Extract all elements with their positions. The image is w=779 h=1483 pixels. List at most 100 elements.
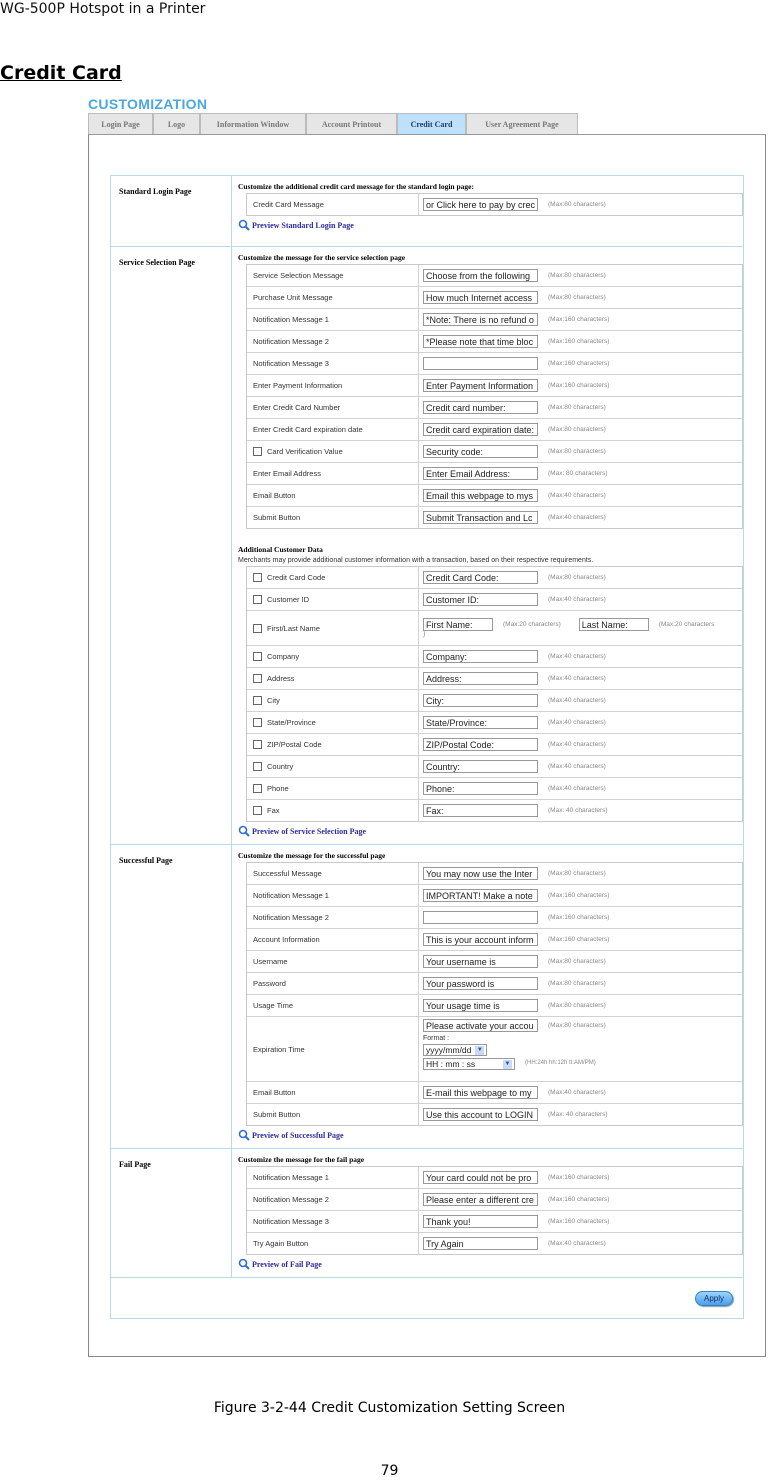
field-input[interactable]: How much Internet access	[423, 291, 538, 304]
field-enable-checkbox[interactable]	[253, 762, 262, 771]
field-label-cell: Notification Message 2	[247, 907, 419, 928]
field-enable-checkbox[interactable]	[253, 740, 262, 749]
field-label: Purchase Unit Message	[253, 293, 333, 302]
field-label-cell: Notification Message 1	[247, 1167, 419, 1188]
field-label: Service Selection Message	[253, 271, 344, 280]
field-input[interactable]: Your card could not be pro	[423, 1171, 538, 1184]
last-name-input[interactable]: Last Name:	[578, 618, 649, 631]
field-value-cell: Security code: (Max:80 characters)	[419, 441, 742, 462]
field-input[interactable]: Email this webpage to mys	[423, 489, 538, 502]
field-enable-checkbox[interactable]	[253, 718, 262, 727]
field-input[interactable]: Thank you!	[423, 1215, 538, 1228]
field-input[interactable]: City:	[423, 694, 538, 707]
field-label-cell: Successful Message	[247, 863, 419, 884]
field-value-cell: *Note: There is no refund o (Max:160 char…	[419, 309, 742, 330]
max-hint: (Max:160 characters)	[548, 338, 610, 345]
tab-login-page[interactable]: Login Page	[88, 113, 153, 134]
field-input[interactable]: You may now use the Inter	[423, 867, 538, 880]
field-row: Enter Email Address Enter Email Address: (…	[247, 463, 742, 485]
field-input[interactable]: Country:	[423, 760, 538, 773]
field-label-cell: ZIP/Postal Code	[247, 734, 419, 755]
field-label-cell: Usage Time	[247, 995, 419, 1016]
field-input[interactable]: Use this account to LOGIN	[423, 1108, 538, 1121]
field-input[interactable]: Enter Payment Information	[423, 379, 538, 392]
preview-successful-link[interactable]: Preview of Successful Page	[238, 1126, 743, 1144]
expiration-message-input[interactable]: Please activate your accou	[423, 1019, 538, 1032]
field-label-cell: Country	[247, 756, 419, 777]
field-row: Account Information This is your account …	[247, 929, 742, 951]
preview-standard-login-link[interactable]: Preview Standard Login Page	[238, 216, 743, 234]
additional-data-heading: Additional Customer Data	[238, 545, 323, 554]
section-label: Fail Page	[111, 1149, 232, 1277]
selected-value: yyyy/mm/dd	[426, 1045, 472, 1055]
field-input[interactable]: Try Again	[423, 1237, 538, 1250]
field-input[interactable]: or Click here to pay by crec	[423, 198, 538, 211]
tab-account-printout[interactable]: Account Printout	[306, 113, 397, 134]
field-label: Successful Message	[253, 869, 322, 878]
field-enable-checkbox[interactable]	[253, 674, 262, 683]
field-value-cell: E-mail this webpage to my (Max:40 charact…	[419, 1082, 742, 1103]
tab-information-window[interactable]: Information Window	[200, 113, 306, 134]
max-hint: (Max:40 characters)	[548, 785, 606, 792]
apply-button[interactable]: Apply	[694, 1290, 733, 1306]
max-hint: (Max:160 characters)	[548, 360, 610, 367]
field-enable-checkbox[interactable]	[253, 696, 262, 705]
field-input[interactable]: Phone:	[423, 782, 538, 795]
max-hint: (Max:80 characters)	[548, 1022, 606, 1029]
field-label: Account Information	[253, 935, 320, 944]
field-input[interactable]: *Please note that time bloc	[423, 335, 538, 348]
field-input[interactable]: Fax:	[423, 804, 538, 817]
field-label-cell: City	[247, 690, 419, 711]
field-enable-checkbox[interactable]	[253, 784, 262, 793]
field-input[interactable]	[423, 357, 538, 370]
field-input[interactable]: Your password is	[423, 977, 538, 990]
field-enable-checkbox[interactable]	[253, 573, 262, 582]
field-value-cell: Credit card expiration date: (Max:80 char…	[419, 419, 742, 440]
preview-service-selection-link[interactable]: Preview of Service Selection Page	[238, 822, 743, 840]
time-format-select[interactable]: HH : mm : ss ▼	[423, 1058, 515, 1070]
field-value-cell: Your card could not be pro (Max:160 chara…	[419, 1167, 742, 1188]
document-header: WG-500P Hotspot in a Printer	[0, 1, 206, 17]
field-label-cell: Email Button	[247, 1082, 419, 1103]
field-input[interactable]: Credit Card Code:	[423, 571, 538, 584]
field-input[interactable]: Please enter a different cre	[423, 1193, 538, 1206]
field-input[interactable]: Customer ID:	[423, 593, 538, 606]
tab-credit-card[interactable]: Credit Card	[397, 113, 466, 134]
field-enable-checkbox[interactable]	[253, 623, 262, 633]
field-input[interactable]: ZIP/Postal Code:	[423, 738, 538, 751]
field-label: Notification Message 2	[253, 1195, 329, 1204]
field-row: Customer ID Customer ID: (Max:40 character…	[247, 589, 742, 611]
tab-user-agreement-page[interactable]: User Agreement Page	[466, 113, 578, 134]
field-input[interactable]: Submit Transaction and Lc	[423, 511, 538, 524]
first-name-input[interactable]: First Name:	[423, 618, 493, 631]
section-heading: Customize the additional credit card mes…	[238, 182, 474, 191]
field-input[interactable]: Choose from the following	[423, 269, 538, 282]
field-input[interactable]: Enter Email Address:	[423, 467, 538, 480]
field-label-cell: Customer ID	[247, 589, 419, 610]
field-label-cell: Submit Button	[247, 507, 419, 528]
field-enable-checkbox[interactable]	[253, 652, 262, 661]
tab-logo[interactable]: Logo	[153, 113, 200, 134]
field-input[interactable]: Credit card number:	[423, 401, 538, 414]
field-enable-checkbox[interactable]	[253, 447, 262, 456]
field-input[interactable]: IMPORTANT! Make a note	[423, 889, 538, 902]
field-input[interactable]: E-mail this webpage to my	[423, 1086, 538, 1099]
field-input[interactable]: *Note: There is no refund o	[423, 313, 538, 326]
field-input[interactable]: Your username is	[423, 955, 538, 968]
field-input[interactable]: State/Province:	[423, 716, 538, 729]
field-enable-checkbox[interactable]	[253, 595, 262, 604]
field-label: State/Province	[267, 718, 316, 727]
section-fail: Fail Page Customize the message for the …	[111, 1149, 743, 1278]
field-label: Password	[253, 979, 286, 988]
field-label: Enter Credit Card expiration date	[253, 425, 363, 434]
field-enable-checkbox[interactable]	[253, 806, 262, 815]
field-input[interactable]: Company:	[423, 650, 538, 663]
field-input[interactable]	[423, 911, 538, 924]
field-input[interactable]: Credit card expiration date:	[423, 423, 538, 436]
field-input[interactable]: Security code:	[423, 445, 538, 458]
field-input[interactable]: Your usage time is	[423, 999, 538, 1012]
date-format-select[interactable]: yyyy/mm/dd ▼	[423, 1044, 488, 1056]
field-input[interactable]: This is your account inform	[423, 933, 538, 946]
preview-fail-link[interactable]: Preview of Fail Page	[238, 1255, 743, 1273]
field-input[interactable]: Address:	[423, 672, 538, 685]
